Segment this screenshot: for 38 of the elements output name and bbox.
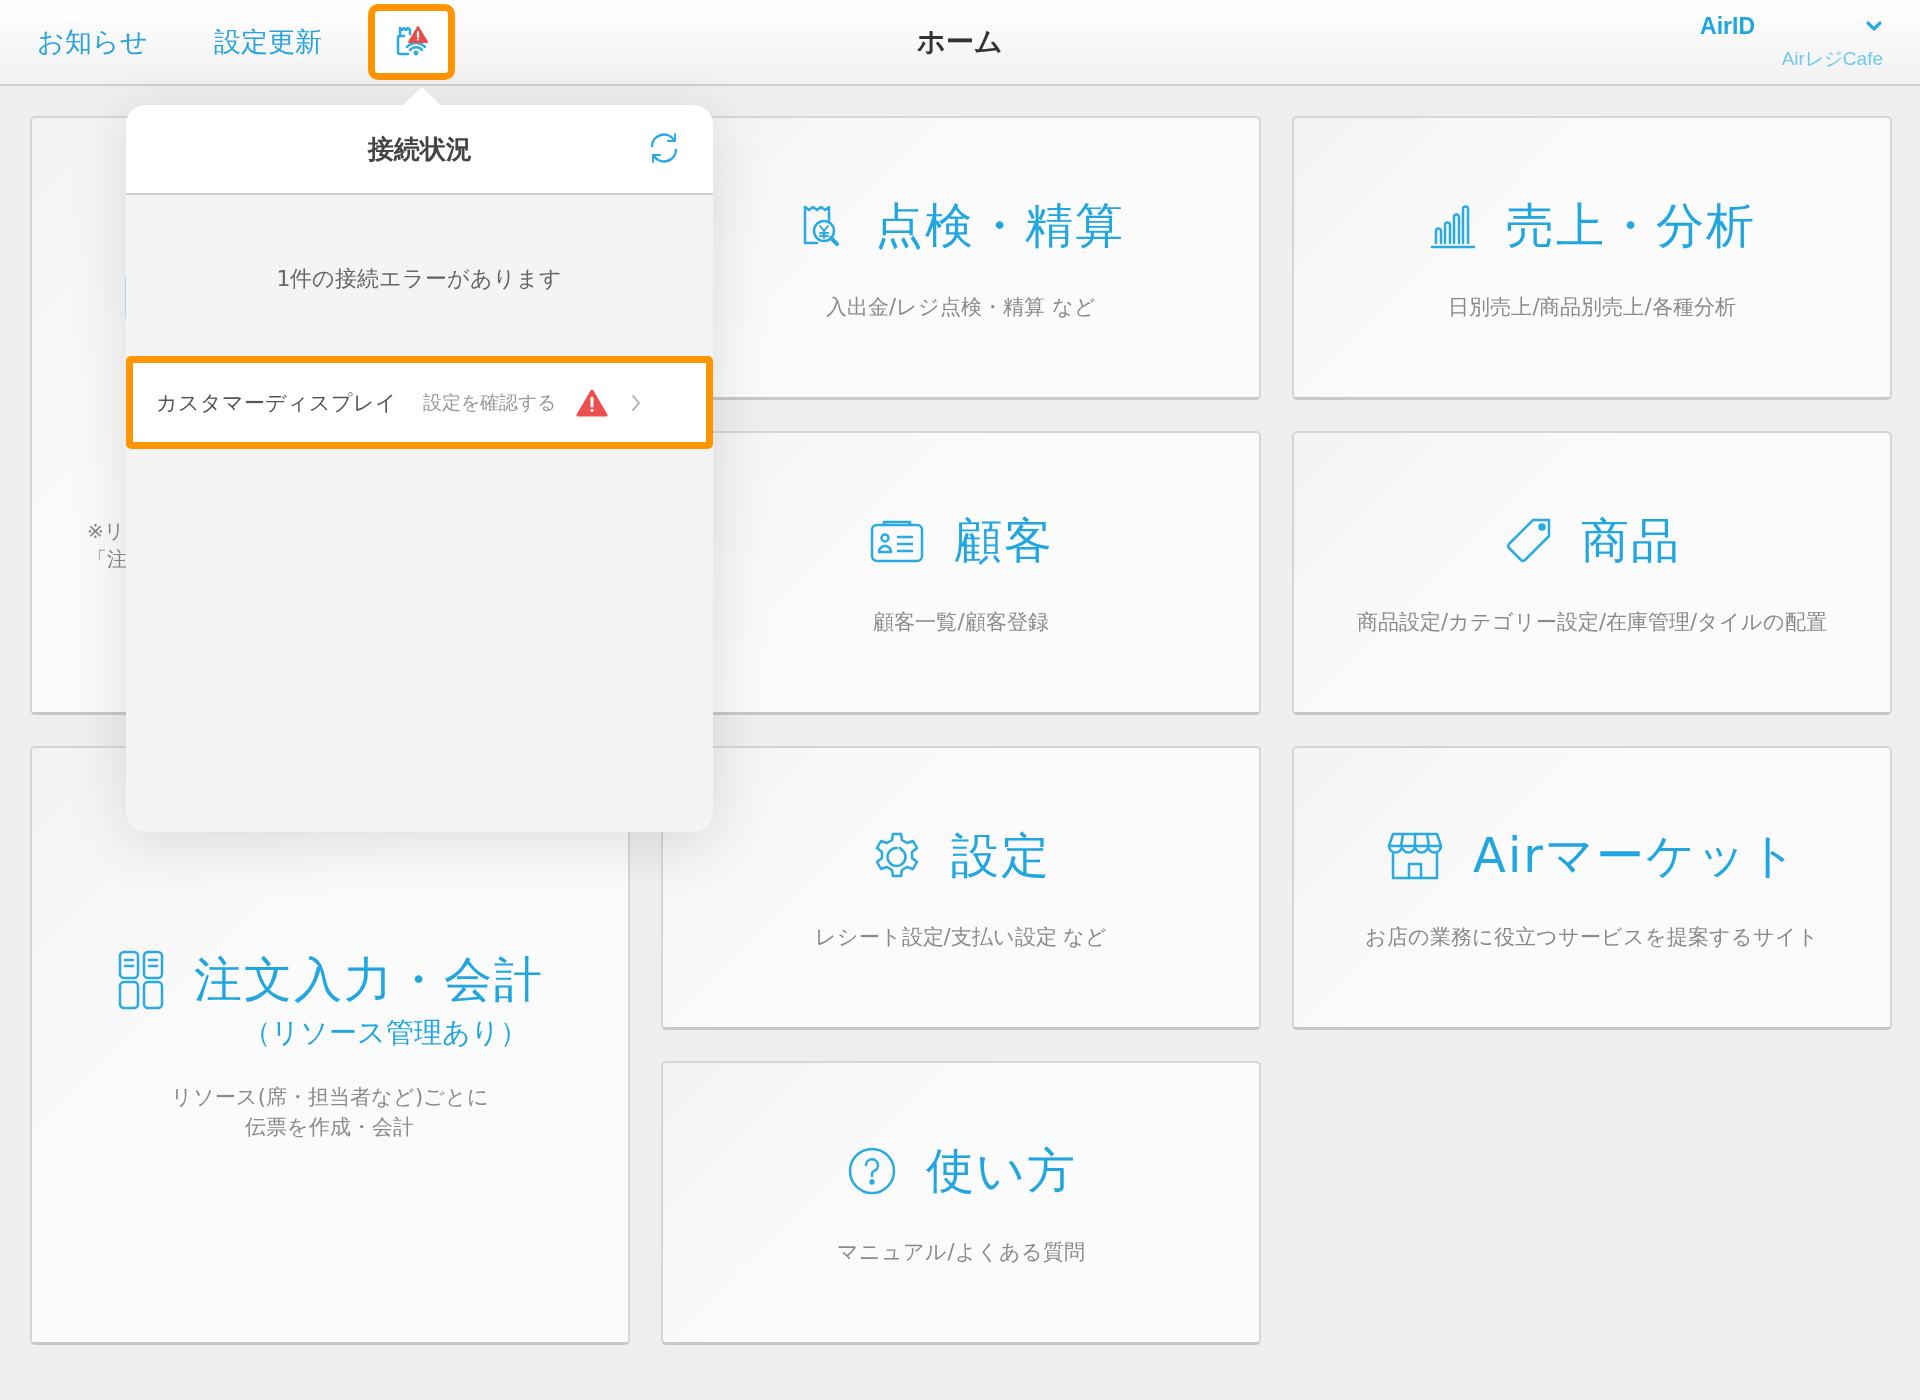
tile-description: レシート設定/支払い設定 など [814,923,1108,951]
tile-description: 日別売上/商品別売上/各種分析 [1448,293,1736,321]
nav-link[interactable]: 設定更新 [214,24,322,60]
connection-status-button[interactable] [368,4,455,80]
menu-tile[interactable]: 売上・分析 日別売上/商品別売上/各種分析 [1292,116,1892,400]
tile-title: 売上・分析 [1506,195,1756,255]
chevron-right-icon [630,392,642,413]
tile-title: 注文入力・会計 [194,950,544,1009]
tile-description: 顧客一覧/顧客登録 [873,608,1049,636]
nav-link[interactable]: お知らせ [37,24,148,60]
tile-description: 商品設定/カテゴリー設定/在庫管理/タイルの配置 [1356,608,1828,636]
check-settings-text: 設定を確認する [423,389,556,415]
menu-tile[interactable]: Airマーケット お店の業務に役立つサービスを提案するサイト [1292,746,1892,1030]
error-message: 1件の接続エラーがあります [275,265,564,293]
tile-title: 使い方 [925,1140,1077,1200]
chevron-down-icon [1865,20,1883,32]
account-name[interactable]: AirID [1700,12,1755,40]
menu-tile[interactable]: 使い方 マニュアル/よくある質問 [661,1061,1261,1345]
device-name: カスタマーディスプレイ [156,389,397,417]
menu-tile[interactable]: 商品 商品設定/カテゴリー設定/在庫管理/タイルの配置 [1292,431,1892,715]
tile-description: 入出金/レジ点検・精算 など [826,293,1096,321]
tile-description: マニュアル/よくある質問 [837,1238,1085,1266]
error-row[interactable]: カスタマーディスプレイ 設定を確認する [126,356,713,449]
tile-title: Airマーケット [1473,825,1799,885]
tile-title: 顧客 [954,510,1054,570]
menu-tile[interactable]: 設定 レシート設定/支払い設定 など [661,746,1261,1030]
grid-icon [116,948,166,1012]
tile-title: 点検・精算 [875,195,1125,255]
store-name: AirレジCafe [1781,46,1883,71]
tile-title: 設定 [951,825,1051,885]
tile-description: リソース(席・担当者など)ごとに 伝票を作成・会計 [170,1084,490,1141]
tile-description: お店の業務に役立つサービスを提案するサイト [1365,923,1819,951]
tile-subtitle: （リソース管理あり） [242,1015,528,1051]
tile-note: ※リ 「注 [87,518,127,573]
tile-title: 商品 [1581,510,1681,570]
page-title: ホーム [917,24,1003,60]
warning-icon [576,388,608,417]
popover-title: 接続状況 [367,132,472,166]
